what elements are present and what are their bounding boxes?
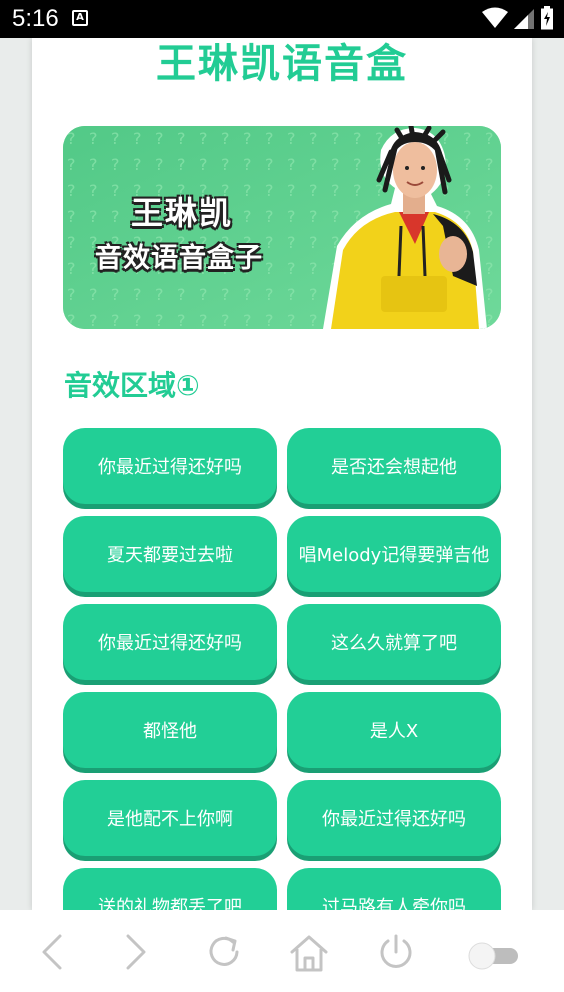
- notification-icon: A: [72, 10, 88, 26]
- status-bar: 5:16 A: [0, 0, 564, 38]
- sound-button[interactable]: 这么久就算了吧: [287, 604, 501, 680]
- status-icons: [482, 6, 554, 30]
- sound-button[interactable]: 都怪他: [63, 692, 277, 768]
- page-title: 王琳凯语音盒: [156, 41, 408, 87]
- banner-image: ? 王琳凯 音效语音盒子: [63, 126, 501, 329]
- banner-title: 王琳凯: [131, 194, 234, 232]
- sound-button[interactable]: 送的礼物都丢了吧: [63, 868, 277, 910]
- sound-button[interactable]: 过马路有人牵你吗: [287, 868, 501, 910]
- sound-button[interactable]: 你最近过得还好吗: [287, 780, 501, 856]
- back-icon[interactable]: [38, 932, 66, 972]
- status-time: 5:16: [12, 5, 59, 32]
- forward-icon[interactable]: [122, 932, 150, 972]
- sound-button[interactable]: 夏天都要过去啦: [63, 516, 277, 592]
- home-icon[interactable]: [288, 932, 330, 974]
- signal-icon: [514, 9, 534, 29]
- sound-button[interactable]: 是人X: [287, 692, 501, 768]
- sound-button[interactable]: 是他配不上你啊: [63, 780, 277, 856]
- sound-button[interactable]: 是否还会想起他: [287, 428, 501, 504]
- refresh-icon[interactable]: [204, 932, 244, 972]
- bottom-navigation: [0, 910, 564, 992]
- banner-subtitle: 音效语音盒子: [95, 243, 263, 274]
- wifi-icon: [482, 7, 508, 28]
- section-title: 音效区域①: [64, 369, 200, 402]
- person-image: [323, 126, 487, 329]
- power-icon[interactable]: [376, 932, 416, 972]
- webview-page: 王琳凯语音盒 ? 王琳凯 音效语音盒子: [32, 38, 532, 910]
- sound-button[interactable]: 你最近过得还好吗: [63, 604, 277, 680]
- sound-button[interactable]: 你最近过得还好吗: [63, 428, 277, 504]
- toggle-switch[interactable]: [466, 940, 522, 970]
- sound-button[interactable]: 唱Melody记得要弹吉他: [287, 516, 501, 592]
- battery-icon: [541, 6, 553, 30]
